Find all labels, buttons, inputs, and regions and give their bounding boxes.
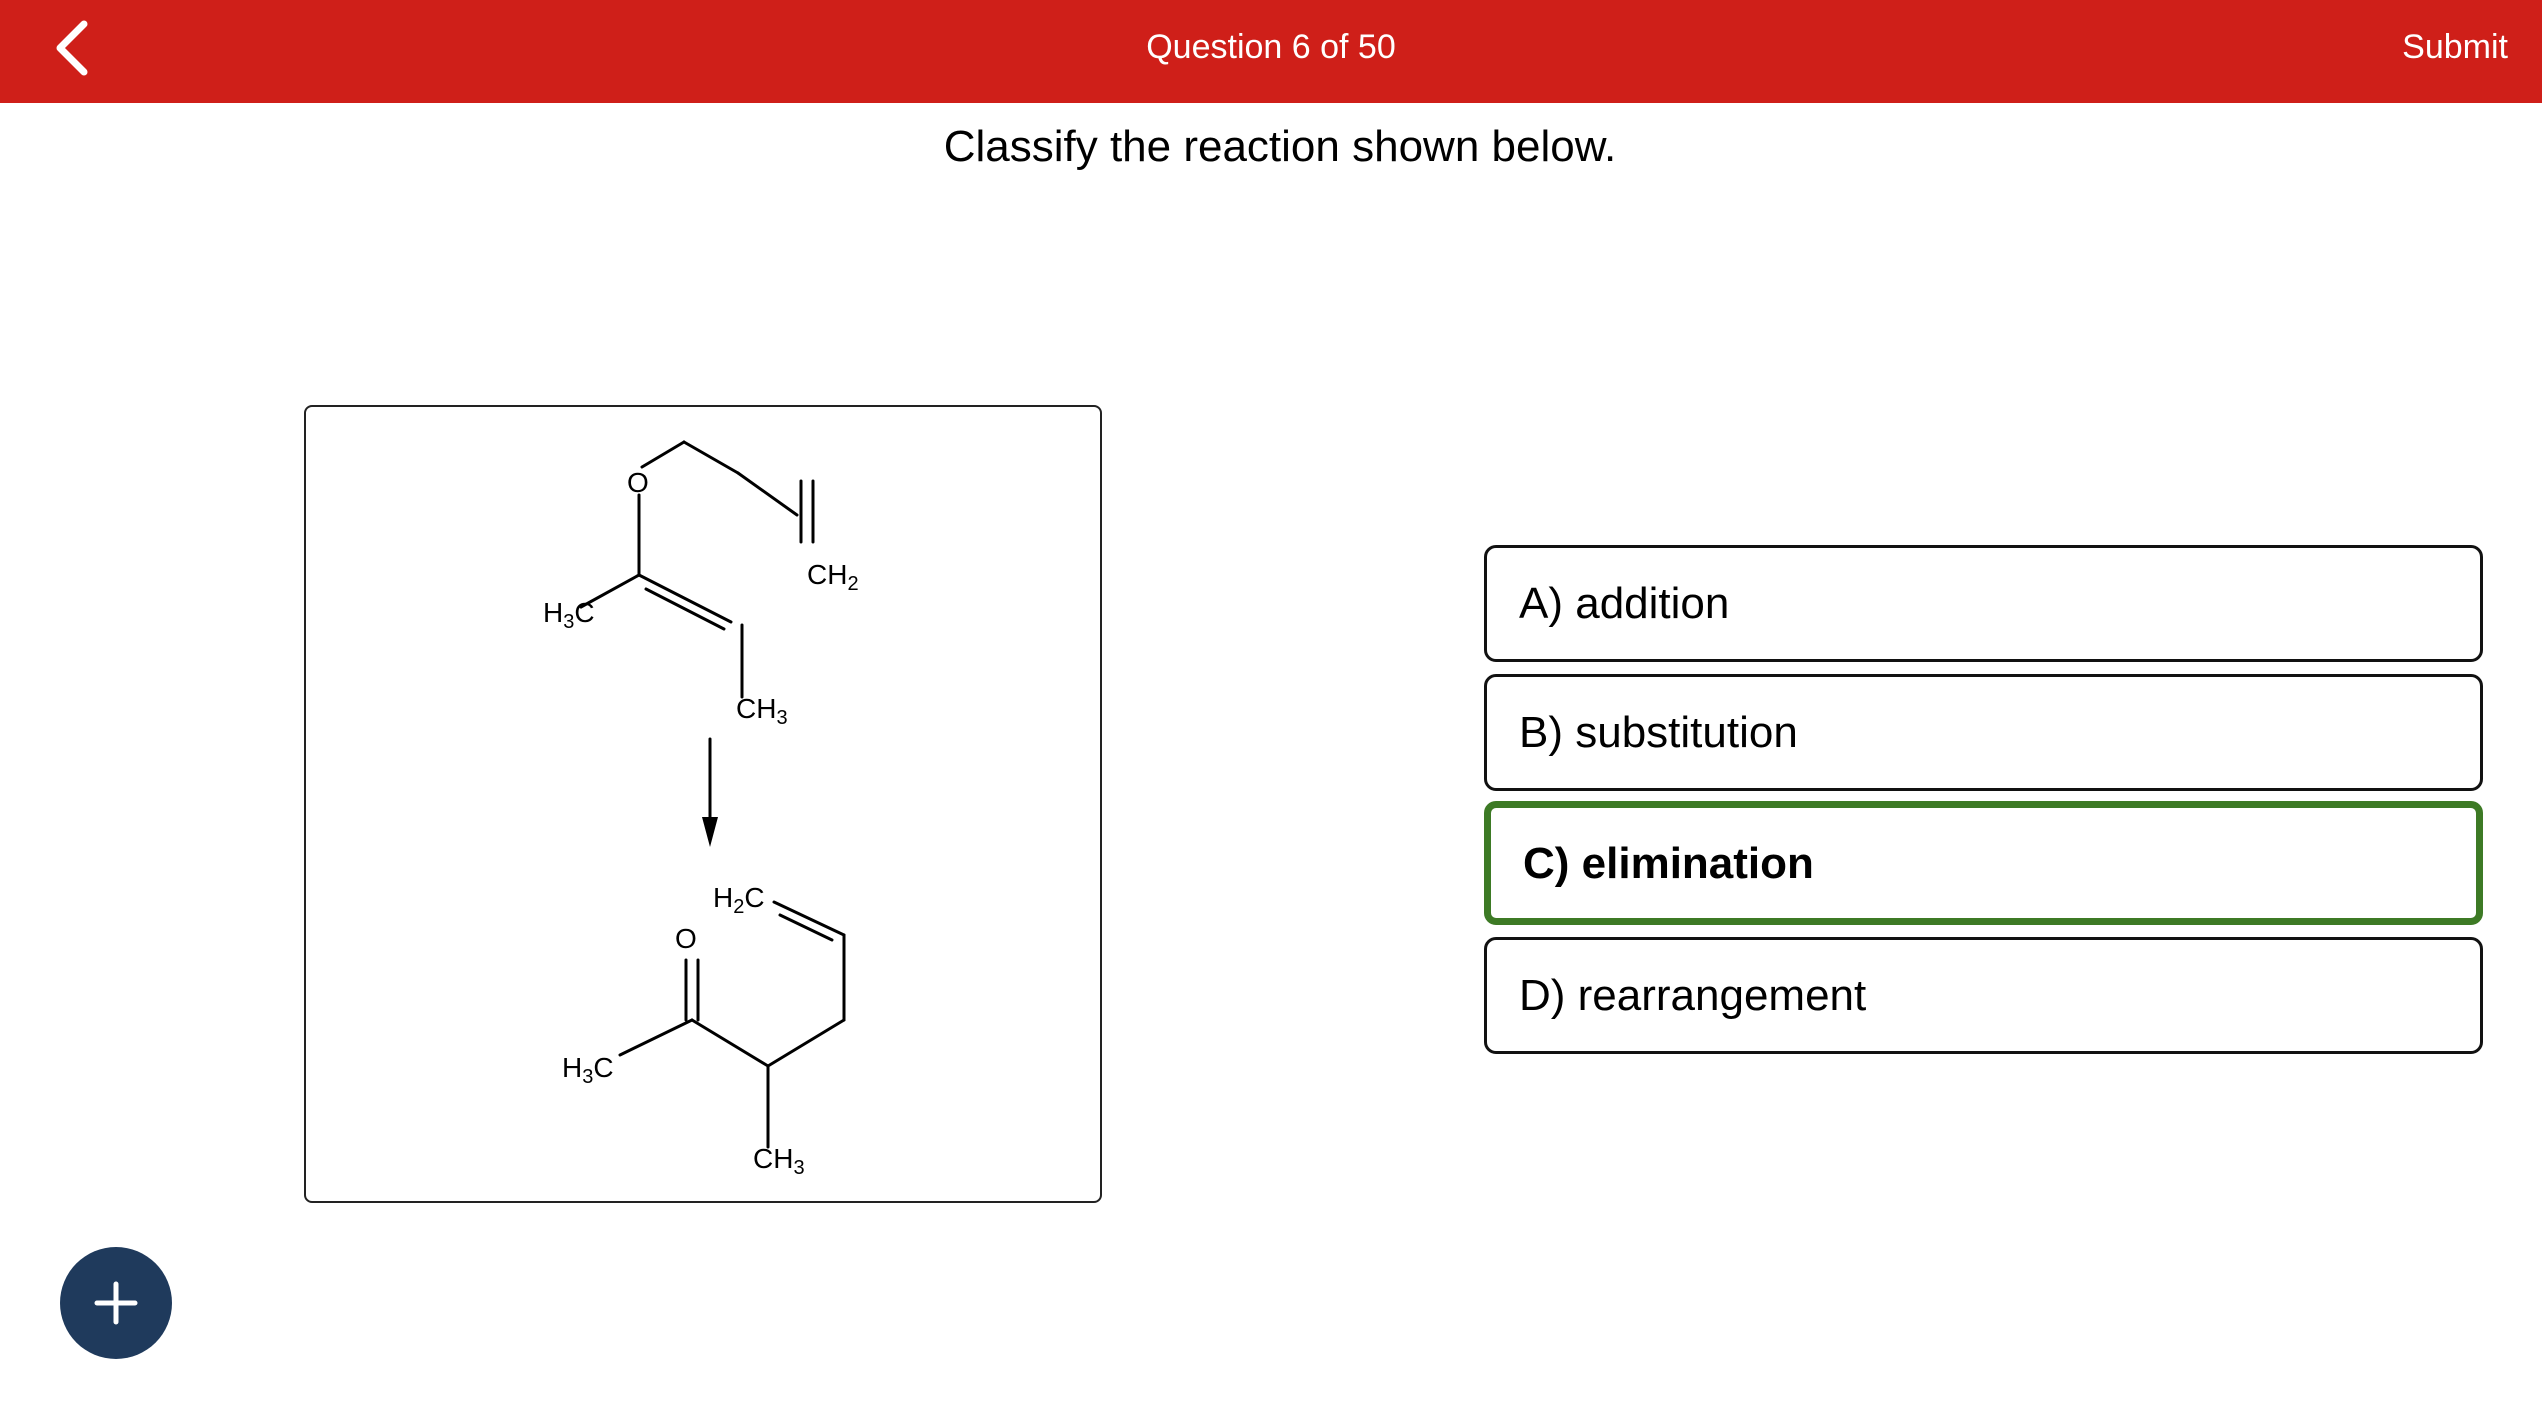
reactant-ch2-label: CH2 (807, 559, 859, 595)
reactant-h3c-label: H3C (543, 597, 595, 633)
reaction-figure: O CH2 H3C CH3 O H2C H3C CH3 (304, 405, 1102, 1203)
question-counter: Question 6 of 50 (1146, 28, 1396, 66)
option-a-label: A) addition (1519, 579, 1730, 628)
top-bar: Question 6 of 50 Submit (0, 0, 2542, 103)
option-d[interactable]: D) rearrangement (1484, 937, 2483, 1054)
add-button[interactable] (60, 1247, 172, 1359)
option-c[interactable]: C) elimination (1484, 801, 2483, 925)
product-h3c-label: H3C (562, 1052, 614, 1088)
submit-button[interactable]: Submit (2402, 0, 2508, 94)
option-a[interactable]: A) addition (1484, 545, 2483, 662)
plus-icon (94, 1281, 138, 1325)
option-b[interactable]: B) substitution (1484, 674, 2483, 791)
product-h2c-label: H2C (713, 882, 765, 918)
product-oxygen-label: O (675, 923, 697, 954)
back-button[interactable] (40, 14, 110, 84)
reactant-ch3-label: CH3 (736, 693, 788, 729)
reaction-diagram: O CH2 H3C CH3 O H2C H3C CH3 (543, 440, 859, 1179)
chevron-left-icon (56, 20, 88, 76)
option-b-label: B) substitution (1519, 708, 1798, 757)
option-d-label: D) rearrangement (1519, 971, 1867, 1020)
product-ch3-label: CH3 (753, 1143, 805, 1179)
question-prompt: Classify the reaction shown below. (943, 122, 1617, 171)
reactant-oxygen-label: O (627, 467, 649, 498)
option-c-label: C) elimination (1523, 839, 1814, 888)
